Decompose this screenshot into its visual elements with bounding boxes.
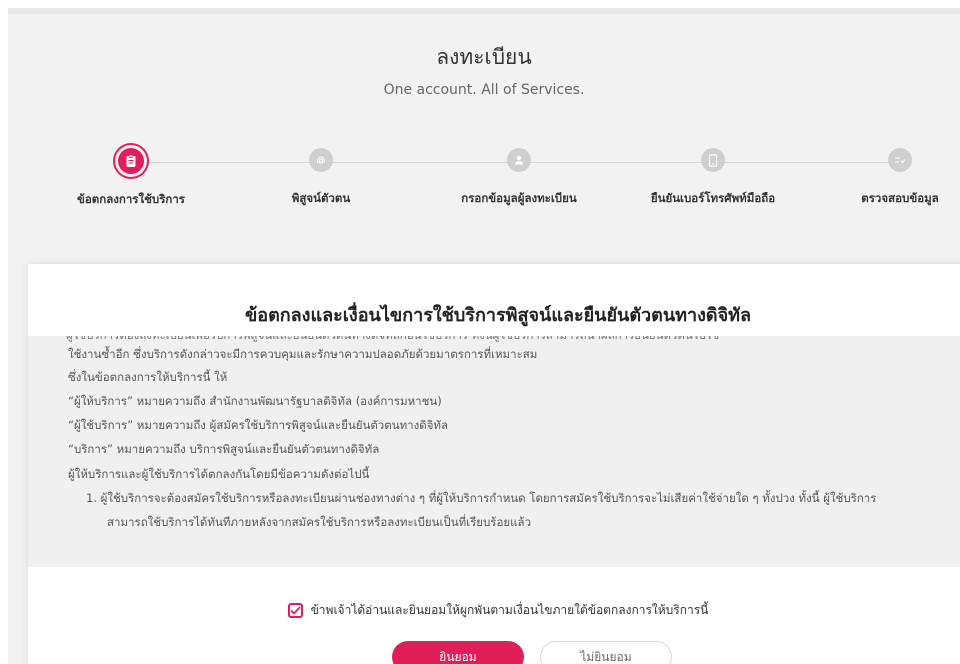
terms-scroll-area[interactable]: ผู้ใช้บริการต้องลงทะเบียนเพื่อรับการพิสู… <box>28 336 960 567</box>
terms-card: ข้อตกลงและเงื่อนไขการใช้บริการพิสูจน์และ… <box>28 264 960 664</box>
step-registrant-info: กรอกข้อมูลผู้ลงทะเบียน <box>439 148 599 208</box>
fingerprint-icon <box>309 148 333 172</box>
user-icon <box>507 148 531 172</box>
step-terms: ข้อตกลงการใช้บริการ <box>51 148 211 209</box>
step-label: พิสูจน์ตัวตน <box>291 191 351 205</box>
mobile-phone-icon <box>701 148 725 172</box>
terms-title: ข้อตกลงและเงื่อนไขการใช้บริการพิสูจน์และ… <box>244 305 752 326</box>
terms-line: ผู้ให้บริการและผู้ใช้บริการได้ตกลงกันโดย… <box>68 467 370 481</box>
terms-cutoff-line: ผู้ใช้บริการต้องลงทะเบียนเพื่อรับการพิสู… <box>66 336 719 345</box>
checklist-icon <box>888 148 912 172</box>
terms-line: 1. ผู้ใช้บริการจะต้องสมัครใช้บริการหรือล… <box>86 491 877 505</box>
accept-button[interactable]: ยินยอม <box>392 641 524 664</box>
terms-line: “ผู้ให้บริการ” หมายความถึง สำนักงานพัฒนา… <box>68 394 442 408</box>
terms-line: “บริการ” หมายความถึง บริการพิสูจน์และยืน… <box>68 442 380 456</box>
terms-line: ซึ่งในข้อตกลงการให้บริการนี้ ให้ <box>68 370 228 384</box>
step-label: ข้อตกลงการใช้บริการ <box>77 192 185 206</box>
step-label: ตรวจสอบข้อมูล <box>861 191 939 205</box>
consent-label: ข้าพเจ้าได้อ่านและยินยอมให้ผูกพันตามเงื่… <box>310 603 709 617</box>
consent-row: ข้าพเจ้าได้อ่านและยินยอมให้ผูกพันตามเงื่… <box>28 601 960 620</box>
step-label: กรอกข้อมูลผู้ลงทะเบียน <box>461 191 577 205</box>
decline-button[interactable]: ไม่ยินยอม <box>540 641 672 664</box>
step-review: ตรวจสอบข้อมูล <box>820 148 960 208</box>
page-subtitle: One account. All of Services. <box>383 82 585 98</box>
document-icon <box>118 148 144 174</box>
consent-checkbox[interactable] <box>287 603 303 618</box>
step-identity: พิสูจน์ตัวตน <box>241 148 401 208</box>
terms-line: สามารถใช้บริการได้ทันทีภายหลังจากสมัครใช… <box>107 515 532 529</box>
checkmark-icon <box>289 606 301 615</box>
registration-page: ลงทะเบียน One account. All of Services. … <box>8 8 960 664</box>
terms-line: ใช้งานซ้ำอีก ซึ่งบริการดังกล่าวจะมีการคว… <box>68 347 538 361</box>
step-label: ยืนยันเบอร์โทรศัพท์มือถือ <box>650 191 776 205</box>
terms-line: “ผู้ใช้บริการ” หมายความถึง ผู้สมัครใช้บร… <box>68 418 449 432</box>
step-phone-verify: ยืนยันเบอร์โทรศัพท์มือถือ <box>633 148 793 208</box>
top-bar <box>8 8 960 14</box>
page-title: ลงทะเบียน <box>436 45 532 69</box>
